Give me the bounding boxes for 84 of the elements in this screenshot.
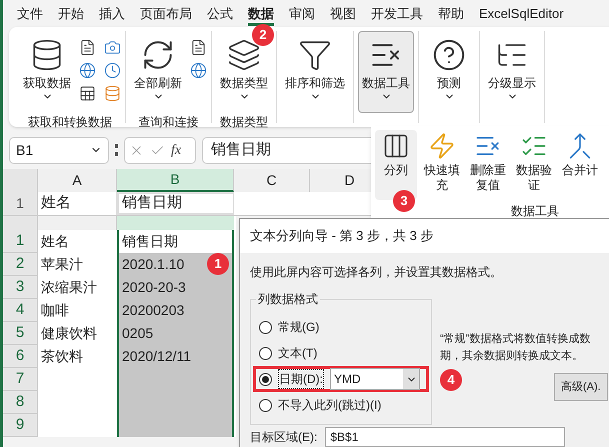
radio-label[interactable]: 不导入此列(跳过)(I) xyxy=(278,396,382,414)
group-label: 列数据格式 xyxy=(256,291,320,307)
row-header[interactable]: 4 xyxy=(3,299,38,322)
table-cell: 2020/12/11 xyxy=(117,345,234,368)
radio-button[interactable] xyxy=(259,372,272,386)
table-cell: 20200203 xyxy=(117,299,234,322)
group-label: 获取和转换数据 xyxy=(28,114,112,131)
tool-button[interactable]: 快速填充 xyxy=(421,130,463,200)
ribbon-tab[interactable]: 开发工具 xyxy=(371,4,423,26)
row-header[interactable]: 1 xyxy=(3,192,38,215)
group-label: 查询和连接 xyxy=(138,114,198,131)
row-header[interactable]: 7 xyxy=(3,368,38,391)
ribbon-button[interactable]: 预测 xyxy=(423,31,475,113)
columns-icon xyxy=(382,132,410,160)
radio-button[interactable] xyxy=(259,320,272,334)
table-cell-text: 咖啡 xyxy=(40,301,70,320)
row-header[interactable]: 8 xyxy=(3,391,38,414)
more-icon xyxy=(115,144,118,156)
tool-button[interactable]: 合并计 xyxy=(559,130,601,200)
ribbon-tab[interactable]: 页面布局 xyxy=(140,4,192,26)
table-cell: 姓名 xyxy=(38,192,117,215)
group-label: 数据工具 xyxy=(511,203,559,220)
hint-text: “常规”数据格式将数值转换成数 xyxy=(440,332,592,347)
lightning-icon xyxy=(428,132,456,160)
function-button[interactable]: fx xyxy=(171,140,182,160)
ribbon-button[interactable]: 分级显示 xyxy=(484,31,540,113)
dialog-description: 使用此屏内容可选择各列，并设置其数据格式。 xyxy=(249,264,503,281)
ribbon-button[interactable]: 全部刷新 xyxy=(130,31,186,113)
column-header[interactable]: A xyxy=(38,169,117,192)
column-header[interactable]: B xyxy=(117,169,234,192)
row-header[interactable]: 6 xyxy=(3,345,38,368)
hint-text: 期，其余数据则转换成文本。 xyxy=(440,348,584,364)
row-header[interactable]: 5 xyxy=(3,322,38,345)
table-cell-text: 浓缩果汁 xyxy=(40,278,98,297)
row-header[interactable]: 3 xyxy=(3,276,38,299)
radio-button[interactable] xyxy=(259,346,272,360)
layers-icon xyxy=(227,38,261,72)
ribbon-button[interactable]: 排序和筛选 xyxy=(281,31,349,113)
document-icon xyxy=(190,39,207,56)
table-cell-text: 姓名 xyxy=(40,232,70,251)
question-icon xyxy=(432,38,466,72)
tool-button[interactable]: 数据验证 xyxy=(513,130,555,200)
ribbon-button[interactable]: 获取数据 xyxy=(19,31,75,113)
ribbon-tab[interactable]: 审阅 xyxy=(289,4,315,26)
radio-label[interactable]: 文本(T) xyxy=(278,344,318,362)
ribbon-tab[interactable]: 公式 xyxy=(207,4,233,26)
table-cell: 2020-20-3 xyxy=(117,276,234,299)
radio-label[interactable]: 常规(G) xyxy=(278,318,320,336)
date-format-select[interactable]: YMD xyxy=(330,368,420,390)
globe-icon xyxy=(79,62,96,79)
clock-icon xyxy=(104,62,121,79)
ribbon-tab[interactable]: 视图 xyxy=(330,4,356,26)
dialog-title: 文本分列向导 - 第 3 步，共 3 步 xyxy=(240,219,609,253)
row-header[interactable]: 9 xyxy=(3,414,38,437)
row-header[interactable]: 1 xyxy=(3,230,38,253)
document-icon xyxy=(79,39,96,56)
target-field[interactable]: $B$1 xyxy=(325,427,566,447)
globe-icon xyxy=(190,62,207,79)
table-cell-text: 健康饮料 xyxy=(40,324,98,343)
table-cell: 销售日期 xyxy=(117,230,234,253)
group-label: 数据类型 xyxy=(220,114,268,131)
table-cell-text: 茶饮料 xyxy=(40,347,84,366)
column-header[interactable]: C xyxy=(234,169,310,192)
table-icon xyxy=(79,85,96,102)
ribbon-tab[interactable]: 文件 xyxy=(17,4,43,26)
ribbon-tab[interactable]: ExcelSqlEditor xyxy=(479,4,564,26)
radio-label[interactable]: 日期(D): xyxy=(278,369,324,389)
step-badge: 3 xyxy=(393,190,415,212)
ribbon-button[interactable]: 数据工具 xyxy=(358,31,414,113)
radio-button[interactable] xyxy=(259,398,272,412)
ribbon-tab[interactable]: 开始 xyxy=(58,4,84,26)
table-cell: 0205 xyxy=(117,322,234,345)
camera-icon xyxy=(104,39,121,56)
name-box[interactable]: B1 xyxy=(9,136,109,164)
table-cell: 销售日期 xyxy=(117,192,234,215)
ribbon-tab[interactable]: 帮助 xyxy=(438,4,464,26)
target-label: 目标区域(E): xyxy=(250,429,318,446)
table-cell-text: 苹果汁 xyxy=(40,255,84,274)
row-header[interactable]: 2 xyxy=(3,253,38,276)
cylinder-icon xyxy=(104,85,121,102)
tool-button[interactable]: 删除重复值 xyxy=(467,130,509,200)
ribbon-tab[interactable]: 插入 xyxy=(99,4,125,26)
step-badge: 4 xyxy=(440,369,462,391)
advanced-button[interactable]: 高级(A). xyxy=(554,373,608,401)
